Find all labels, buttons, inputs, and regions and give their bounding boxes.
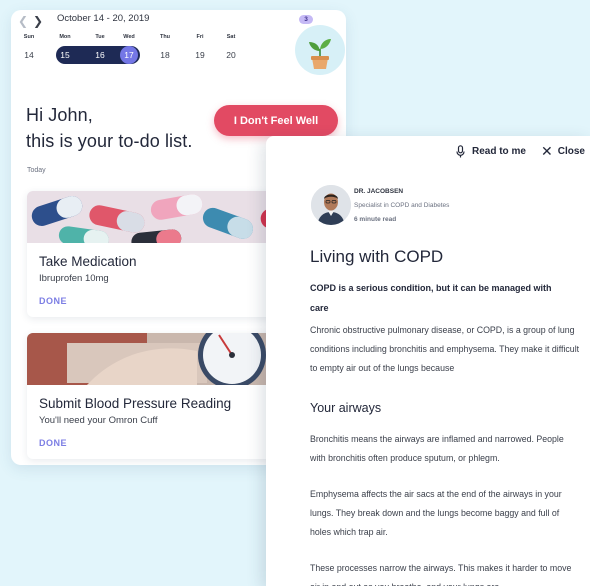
day-name: Mon — [59, 34, 71, 40]
microphone-icon — [456, 144, 465, 157]
greeting-line-2: this is your to-do list. — [26, 131, 193, 151]
section-label-today: Today — [27, 167, 46, 174]
day-sun[interactable]: Sun 14 — [15, 34, 43, 64]
task-title: Take Medication — [39, 254, 137, 269]
task-done-status[interactable]: DONE — [39, 438, 67, 448]
article-paragraph: Emphysema affects the air sacs at the en… — [310, 489, 562, 537]
close-icon: ✕ — [541, 143, 553, 159]
day-number: 20 — [226, 50, 236, 60]
task-subtitle: You'll need your Omron Cuff — [39, 415, 158, 426]
day-name: Fri — [196, 34, 204, 40]
dont-feel-well-button[interactable]: I Don't Feel Well — [214, 105, 338, 136]
day-number: 19 — [195, 50, 205, 60]
day-number: 15 — [60, 50, 70, 60]
notification-badge[interactable]: 3 — [299, 15, 313, 24]
day-name: Thu — [159, 34, 171, 40]
article-paragraph: Chronic obstructive pulmonary disease, o… — [310, 325, 580, 373]
greeting-line-1: Hi John, — [26, 105, 93, 125]
week-range-label: October 14 - 20, 2019 — [57, 13, 150, 24]
day-number: 17 — [120, 46, 138, 64]
author-avatar — [311, 185, 351, 225]
day-fri[interactable]: Fri 19 — [186, 34, 214, 64]
read-time: 6 minute read — [354, 216, 397, 223]
article-paragraph: Bronchitis means the airways are inflame… — [310, 434, 564, 463]
day-tue[interactable]: Tue 16 — [86, 34, 114, 64]
day-number: 18 — [160, 50, 170, 60]
article-paragraph: These processes narrow the airways. This… — [310, 563, 572, 586]
day-name: Wed — [123, 34, 135, 40]
day-name: Tue — [95, 34, 105, 40]
day-number: 16 — [95, 50, 105, 60]
plant-icon[interactable] — [295, 25, 345, 75]
chevron-right-icon[interactable]: ❯ — [32, 14, 44, 28]
read-to-me-label: Read to me — [472, 145, 526, 157]
article-subheading: Your airways — [310, 401, 382, 415]
task-subtitle: Ibruprofen 10mg — [39, 273, 109, 284]
day-thu[interactable]: Thu 18 — [151, 34, 179, 64]
day-name: Sun — [23, 34, 35, 40]
day-sat[interactable]: Sat 20 — [217, 34, 245, 64]
article-panel: Read to me ✕ Close DR. JACOBSEN Speciali… — [266, 136, 590, 586]
week-calendar: ❮ ❯ October 14 - 20, 2019 Sun 14 Mon 15 … — [11, 10, 346, 80]
chevron-left-icon[interactable]: ❮ — [17, 14, 29, 28]
article-title: Living with COPD — [310, 247, 444, 266]
article-toolbar: Read to me ✕ Close — [266, 136, 590, 166]
task-done-status[interactable]: DONE — [39, 296, 67, 306]
read-to-me-button[interactable]: Read to me — [456, 144, 526, 158]
day-number: 14 — [24, 50, 34, 60]
close-label: Close — [557, 145, 585, 157]
close-button[interactable]: ✕ Close — [541, 144, 585, 158]
day-wed[interactable]: Wed 17 — [115, 34, 143, 64]
day-mon[interactable]: Mon 15 — [51, 34, 79, 64]
task-title: Submit Blood Pressure Reading — [39, 396, 232, 411]
author-role: Specialist in COPD and Diabetes — [354, 202, 450, 209]
day-name: Sat — [226, 34, 236, 40]
author-name: DR. JACOBSEN — [354, 188, 404, 195]
article-lead: COPD is a serious condition, but it can … — [310, 283, 552, 313]
